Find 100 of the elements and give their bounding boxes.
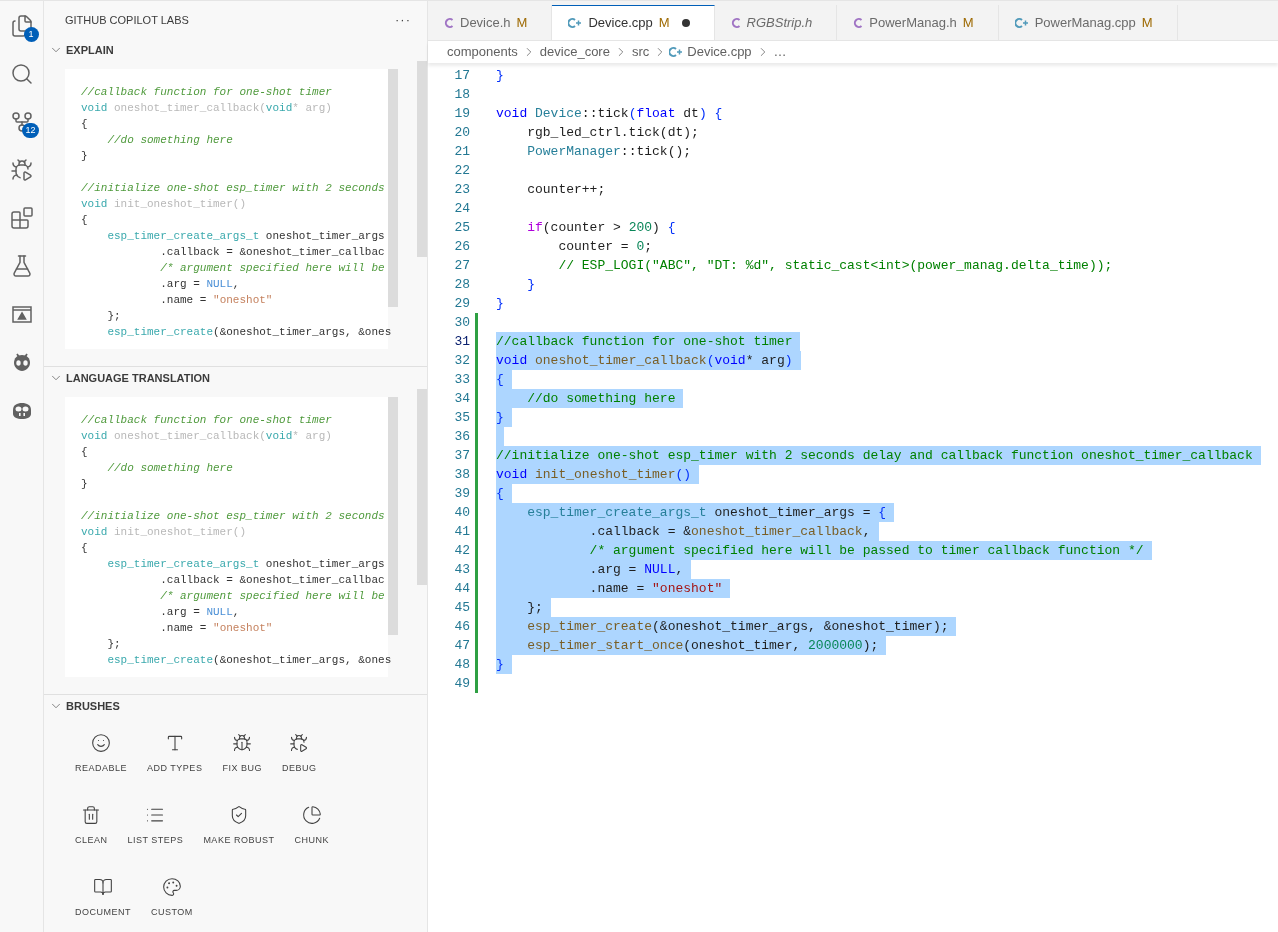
line-number: 27 <box>453 257 470 275</box>
section-header[interactable]: LANGUAGE TRANSLATION <box>44 367 427 389</box>
line-number: 32 <box>453 352 470 370</box>
c-file-icon <box>444 16 454 29</box>
search-icon[interactable] <box>9 62 34 86</box>
brush-button[interactable]: CUSTOM <box>141 875 203 932</box>
code-line: /* argument specified here will be <box>159 261 385 276</box>
line-number: 39 <box>453 485 470 503</box>
brush-button[interactable]: DOCUMENT <box>65 875 141 932</box>
code-line: { <box>81 445 88 460</box>
brush-button[interactable]: DEBUG <box>271 731 327 803</box>
scrollbar[interactable] <box>417 389 427 585</box>
line-number: 23 <box>453 181 470 199</box>
editor-tab[interactable]: Device.cpp M <box>552 5 715 40</box>
line-number: 49 <box>453 675 470 693</box>
code-line: /* argument specified here will be <box>159 589 385 604</box>
brush-button[interactable]: FIX BUG <box>212 731 272 803</box>
scrollbar[interactable] <box>417 61 427 257</box>
pie-chart-icon <box>301 805 322 825</box>
code-line: counter = 0; <box>557 238 653 256</box>
line-number: 37 <box>453 447 470 465</box>
breadcrumb-item[interactable]: Device.cpp <box>685 42 754 62</box>
code-line: //initialize one-shot esp_timer with 2 seconds <box>81 181 385 196</box>
line-number: 24 <box>453 200 470 218</box>
scrollbar[interactable] <box>388 397 398 635</box>
cpp-file-icon <box>669 46 684 58</box>
tab-label: PowerManag.cpp <box>1034 13 1136 32</box>
code-line: //do something here <box>106 461 233 476</box>
extensions-icon[interactable] <box>9 206 34 230</box>
code-line: esp_timer_create_args_t oneshot_timer_args <box>106 229 385 244</box>
line-number: 33 <box>453 371 470 389</box>
modified-label: M <box>658 14 670 33</box>
more-actions-button[interactable]: ··· <box>395 10 411 30</box>
line-number: 25 <box>453 219 470 237</box>
section-header[interactable]: BRUSHES <box>44 695 427 717</box>
code-line: } <box>81 149 88 164</box>
sidebar-title: GITHUB COPILOT LABS <box>65 12 189 28</box>
line-number: 21 <box>453 143 470 161</box>
tab-label: Device.cpp <box>588 14 653 33</box>
code-line: } <box>496 67 504 85</box>
palette-icon <box>161 877 182 897</box>
trash-icon <box>81 805 102 825</box>
line-number: 44 <box>453 580 470 598</box>
modified-label: M <box>1141 13 1153 32</box>
brush-button[interactable]: ADD TYPES <box>137 731 213 803</box>
line-number: 17 <box>453 67 470 85</box>
line-number: 22 <box>453 162 470 180</box>
line-number: 29 <box>453 295 470 313</box>
tab-label: Device.h <box>460 13 511 32</box>
line-number: 26 <box>453 238 470 256</box>
line-number: 28 <box>453 276 470 294</box>
bug-play-icon[interactable] <box>9 158 34 182</box>
line-number: 48 <box>453 656 470 674</box>
code-line: } <box>526 276 535 294</box>
breadcrumb-item[interactable]: components <box>445 42 520 62</box>
section-header[interactable]: EXPLAIN <box>44 39 427 61</box>
line-number: 38 <box>453 466 470 484</box>
code-line: .arg = NULL, <box>159 277 240 292</box>
brush-button[interactable]: READABLE <box>65 731 138 803</box>
breadcrumb-item[interactable]: … <box>771 42 789 62</box>
files-icon[interactable] <box>9 14 34 38</box>
c-file-icon <box>853 16 864 29</box>
code-line: //callback function for one-shot timer <box>81 85 332 100</box>
code-line: // ESP_LOGI("ABC", "DT: %d", static_cast<int>(power_manag.delta_time)); <box>557 257 1113 275</box>
line-number: 46 <box>453 618 470 636</box>
line-number: 42 <box>453 542 470 560</box>
code-line: esp_timer_create_args_t oneshot_timer_args <box>106 557 385 572</box>
tab-label: RGBStrip.h <box>746 13 813 32</box>
code-line: //initialize one-shot esp_timer with 2 seconds <box>81 509 385 524</box>
line-number: 43 <box>453 561 470 579</box>
code-line: .name = "oneshot" <box>159 293 273 308</box>
book-icon <box>93 877 113 897</box>
breadcrumb-item[interactable]: device_core <box>537 42 612 62</box>
code-line: counter++; <box>526 181 606 199</box>
line-number: 34 <box>453 390 470 408</box>
branch-icon[interactable] <box>9 110 34 134</box>
code-line: esp_timer_create(&oneshot_timer_args, &ones <box>106 325 392 340</box>
line-number: 36 <box>453 428 470 446</box>
code-line: { <box>81 541 88 556</box>
brush-button[interactable]: CLEAN <box>65 803 118 875</box>
brush-button[interactable]: MAKE ROBUST <box>193 803 285 875</box>
breadcrumb-item[interactable]: src <box>629 42 652 62</box>
brush-button[interactable]: CHUNK <box>284 803 339 875</box>
count-badge: 12 <box>22 123 39 138</box>
code-line: .name = "oneshot" <box>159 621 273 636</box>
line-number: 19 <box>453 105 470 123</box>
tab-label: PowerManag.h <box>869 13 957 32</box>
count-badge: 1 <box>23 27 39 42</box>
code-line: void oneshot_timer_callback(void* arg) <box>81 101 332 116</box>
line-number: 45 <box>453 599 470 617</box>
brush-button[interactable]: LIST STEPS <box>117 803 194 875</box>
line-number: 41 <box>453 523 470 541</box>
code-line: }; <box>106 309 121 324</box>
code-line: //do something here <box>106 133 233 148</box>
code-line: esp_timer_create(&oneshot_timer_args, &ones <box>106 653 392 668</box>
scrollbar[interactable] <box>388 69 398 307</box>
code-line: if(counter > 200) { <box>526 219 676 237</box>
modified-label: M <box>962 13 974 32</box>
code-line: void init_oneshot_timer() <box>81 197 247 212</box>
modified-label: M <box>516 13 528 32</box>
